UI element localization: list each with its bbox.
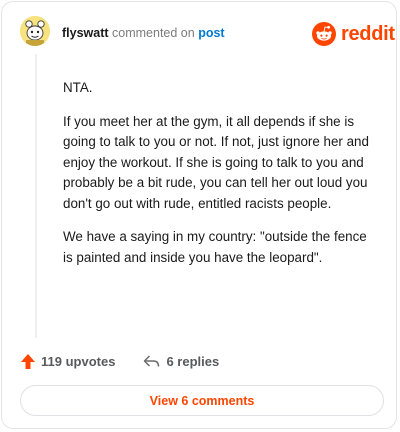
comment-body: NTA. If you meet her at the gym, it all … — [63, 78, 379, 281]
replies-count: 6 replies — [166, 353, 220, 369]
reddit-alien-icon — [312, 22, 336, 46]
upvote-button[interactable]: 119 upvotes — [20, 353, 115, 370]
comment-paragraph: NTA. — [63, 80, 93, 95]
reddit-wordmark: reddit — [341, 22, 395, 45]
view-comments-button[interactable]: View 6 comments — [20, 385, 384, 416]
thread-line[interactable] — [35, 54, 37, 338]
comment-header: flyswatt commented on post — [62, 26, 225, 40]
post-link[interactable]: post — [198, 26, 224, 40]
comment-card: flyswatt commented on post reddit NTA. I… — [1, 1, 397, 429]
upvote-arrow-icon — [21, 353, 35, 369]
username-link[interactable]: flyswatt — [62, 26, 109, 40]
comment-paragraph: If you meet her at the gym, it all depen… — [63, 113, 369, 211]
comment-paragraph: We have a saying in my country: "outside… — [63, 229, 367, 265]
upvote-count: 119 upvotes — [41, 353, 116, 369]
comment-actions: 119 upvotes 6 replies — [20, 351, 219, 371]
reply-arrow-icon — [144, 355, 160, 367]
user-avatar[interactable] — [20, 16, 50, 46]
replies-button[interactable]: 6 replies — [143, 354, 219, 369]
action-text: commented on — [112, 26, 195, 40]
reddit-logo[interactable]: reddit — [312, 21, 395, 47]
snoo-avatar-icon — [20, 16, 50, 46]
